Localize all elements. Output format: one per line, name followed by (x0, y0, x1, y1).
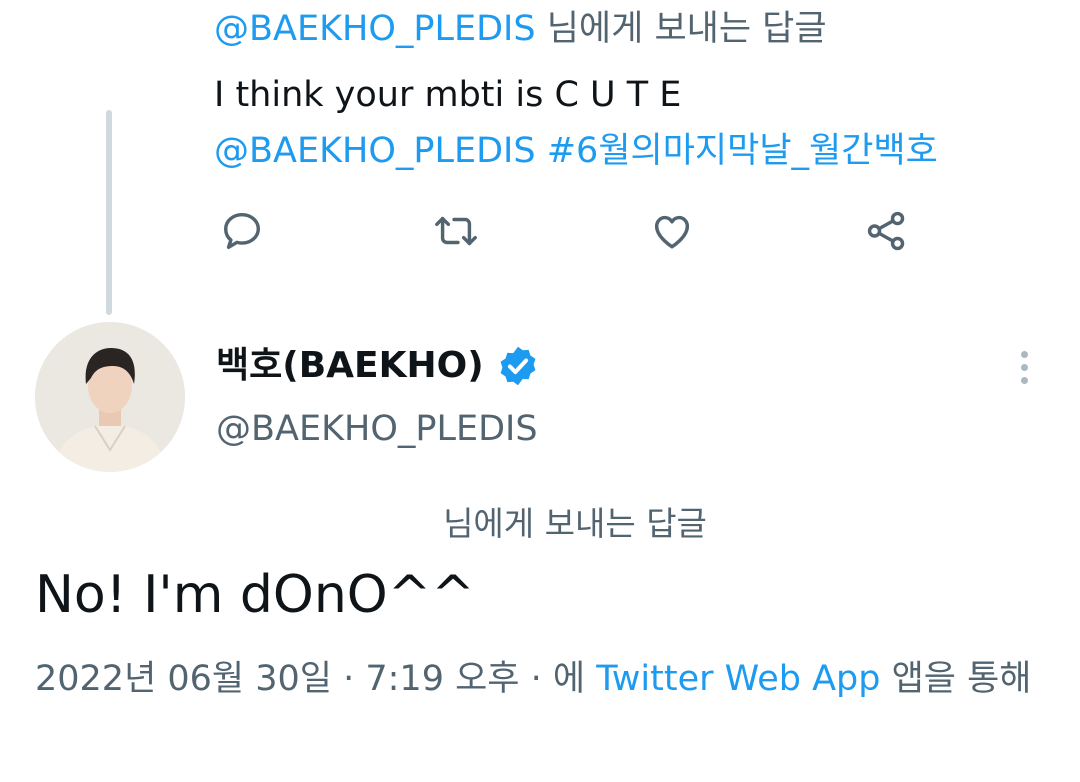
retweet-button[interactable] (431, 206, 481, 256)
avatar[interactable] (35, 322, 185, 472)
like-button[interactable] (647, 206, 697, 256)
tweet-text: No! I'm dOnO^^ (35, 565, 475, 625)
more-options-button[interactable] (1006, 345, 1042, 389)
parent-tweet-tags-link[interactable]: @BAEKHO_PLEDIS #6월의마지막날_월간백호 (214, 128, 938, 174)
replying-to-label: 님에게 보내는 답글 (443, 504, 707, 543)
thread-line (106, 110, 112, 315)
parent-replying-handle-link[interactable]: @BAEKHO_PLEDIS (214, 9, 536, 49)
author-display-name: 백호(BAEKHO) (216, 345, 484, 386)
author-display-name-link[interactable]: 백호(BAEKHO) (216, 342, 540, 390)
tweet-via-suffix: 앱을 통해 (880, 659, 1032, 699)
author-handle[interactable]: @BAEKHO_PLEDIS (216, 406, 538, 452)
more-dot-icon (1020, 376, 1028, 384)
parent-tweet-text: I think your mbti is C U T E (214, 75, 682, 115)
tweet-metadata: 2022년 06월 30일 · 7:19 오후 · 에 Twitter Web … (35, 654, 1045, 704)
verified-badge-icon (496, 344, 540, 388)
tweet-date[interactable]: 2022년 06월 30일 · 7:19 오후 · 에 (35, 659, 596, 699)
retweet-icon (435, 216, 477, 246)
reply-bubble-icon (223, 212, 261, 250)
parent-replying-to: @BAEKHO_PLEDIS 님에게 보내는 답글 (214, 6, 827, 52)
heart-icon (654, 215, 690, 249)
more-dot-icon (1020, 350, 1028, 358)
parent-replying-suffix: 님에게 보내는 답글 (535, 9, 827, 49)
more-dot-icon (1020, 363, 1028, 371)
tweet-source-link[interactable]: Twitter Web App (596, 659, 880, 699)
share-icon (867, 211, 905, 251)
reply-button[interactable] (217, 206, 267, 256)
share-button[interactable] (862, 206, 912, 256)
profile-photo-image (35, 322, 185, 472)
